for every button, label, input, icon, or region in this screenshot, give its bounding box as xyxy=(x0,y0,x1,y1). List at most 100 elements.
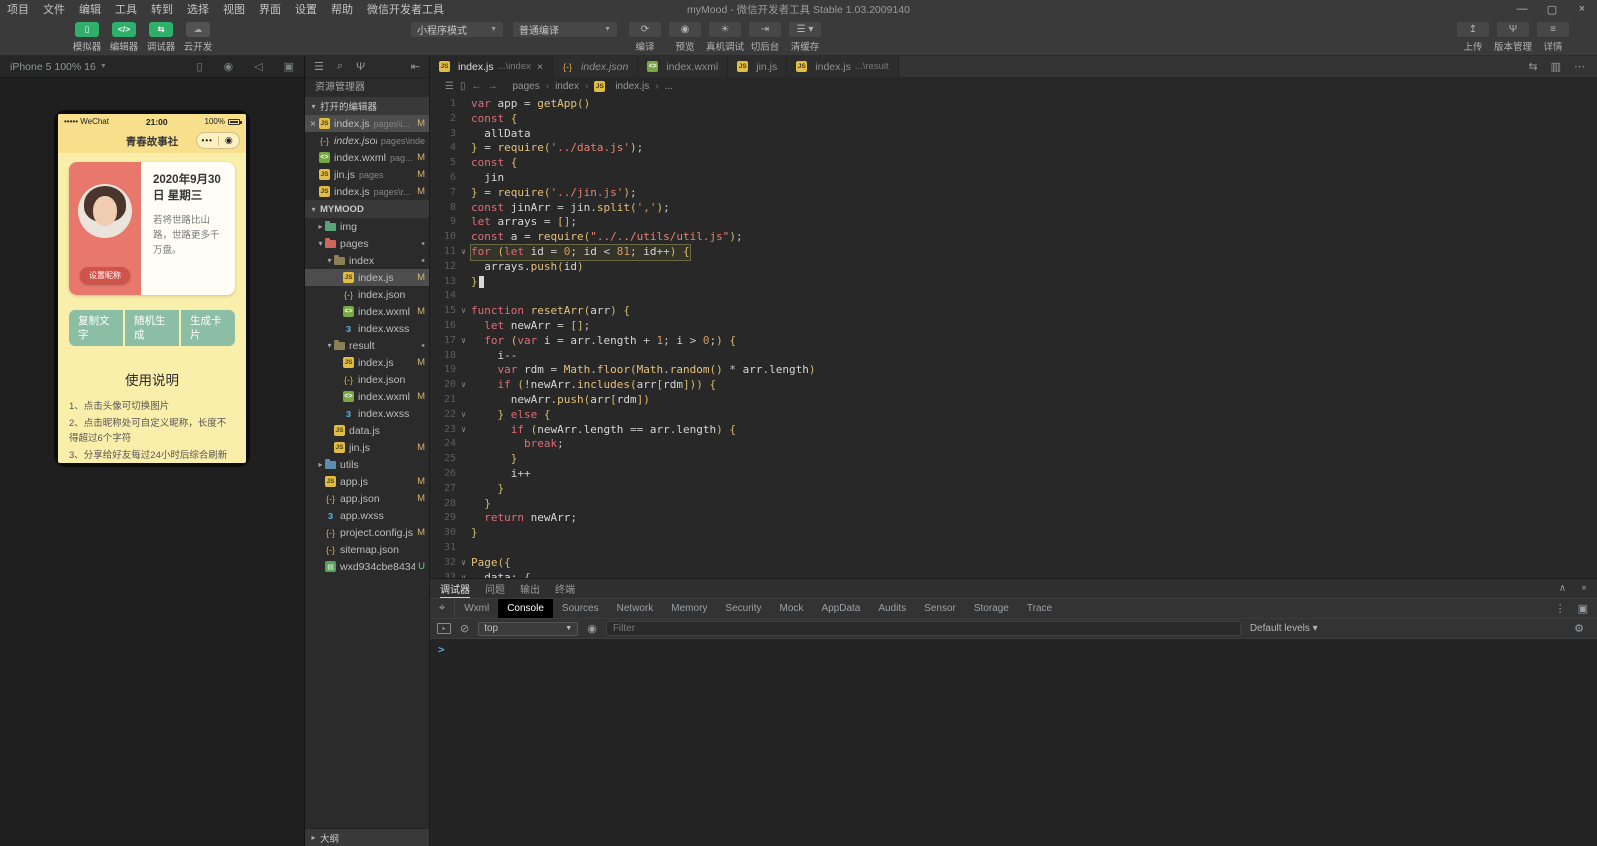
clear-console-icon[interactable]: ⊘ xyxy=(460,622,469,635)
back-icon[interactable]: ← xyxy=(471,81,481,92)
menu-item[interactable]: 设置 xyxy=(288,1,324,17)
tree-item-wxd934cbe8434...[interactable]: ▤ wxd934cbe8434...U xyxy=(305,558,429,575)
toolbar-action-预览[interactable]: ◉ 预览 xyxy=(667,22,703,53)
menu-item[interactable]: 界面 xyxy=(252,1,288,17)
collapse-sidebar-icon[interactable]: ⇤ xyxy=(411,60,420,73)
menu-item[interactable]: 编辑 xyxy=(72,1,108,17)
panel-tab-终端[interactable]: 终端 xyxy=(555,579,575,598)
mode-select[interactable]: 小程序模式 ▼ xyxy=(411,22,503,37)
devtools-tab-network[interactable]: Network xyxy=(608,599,663,618)
compile-mode-select[interactable]: 普通编译 ▼ xyxy=(513,22,617,37)
tree-item-index.wxss[interactable]: ɜ index.wxss xyxy=(305,405,429,422)
close-icon[interactable]: × xyxy=(308,118,318,130)
chevron-right-icon[interactable]: ▸ xyxy=(316,460,325,469)
fold-icon[interactable]: ∨ xyxy=(456,408,471,423)
menu-item[interactable]: 工具 xyxy=(108,1,144,17)
log-levels-select[interactable]: Default levels ▾ xyxy=(1250,623,1318,634)
project-root-header[interactable]: ▾ MYMOOD xyxy=(305,200,429,218)
tree-item-app.wxss[interactable]: ɜ app.wxss xyxy=(305,507,429,524)
toolbar-action-版本管理[interactable]: Ψ 版本管理 xyxy=(1494,22,1532,53)
screenshot-icon[interactable]: ▣ xyxy=(284,60,294,73)
phone-action-button[interactable]: 复制文字 xyxy=(69,310,123,346)
toolbar-button-模拟器[interactable]: ▯ 模拟器 xyxy=(72,22,102,53)
forward-icon[interactable]: → xyxy=(487,81,497,92)
eye-icon[interactable]: ◉ xyxy=(587,622,597,635)
split-editor-icon[interactable]: ▥ xyxy=(1551,60,1561,73)
explorer-icon[interactable]: ☰ xyxy=(314,60,324,73)
breadcrumb-item[interactable]: ... xyxy=(665,81,673,92)
phone-action-button[interactable]: 随机生成 xyxy=(125,310,179,346)
inspect-element-icon[interactable]: ⌖ xyxy=(430,599,456,618)
set-nickname-button[interactable]: 设置昵称 xyxy=(80,267,130,284)
tree-item-index.wxml[interactable]: <> index.wxml M xyxy=(305,303,429,320)
console-settings-icon[interactable]: ⚙ xyxy=(1574,622,1590,635)
phone-action-button[interactable]: 生成卡片 xyxy=(181,310,235,346)
tree-item-data.js[interactable]: JS data.js xyxy=(305,422,429,439)
chevron-down-icon[interactable]: ▾ xyxy=(325,256,334,265)
open-editors-header[interactable]: ▾ 打开的编辑器 xyxy=(305,97,429,115)
compare-icon[interactable]: ⇆ xyxy=(1528,60,1537,73)
close-panel-icon[interactable]: × xyxy=(1581,583,1587,594)
fold-icon[interactable]: ∨ xyxy=(456,378,471,393)
editor-tab-index.js[interactable]: JS index.js ...\result xyxy=(787,56,899,77)
toolbar-action-详情[interactable]: ≡ 详情 xyxy=(1535,22,1571,53)
devtools-tab-sources[interactable]: Sources xyxy=(553,599,608,618)
open-editor-item[interactable]: × JS index.js pages\i... M xyxy=(305,115,429,132)
dock-icon[interactable]: ▣ xyxy=(1578,602,1588,615)
exit-icon[interactable]: ◉ xyxy=(219,135,240,146)
devtools-tab-memory[interactable]: Memory xyxy=(662,599,716,618)
tree-item-index.wxml[interactable]: <> index.wxml M xyxy=(305,388,429,405)
chevron-right-icon[interactable]: ▸ xyxy=(316,222,325,231)
tree-item-result[interactable]: ▾ result • xyxy=(305,337,429,354)
toolbar-action-清缓存[interactable]: ☰ ▾ 清缓存 xyxy=(787,22,823,53)
console-prompt[interactable]: > xyxy=(438,643,445,656)
editor-tab-jin.js[interactable]: JS jin.js xyxy=(728,56,788,77)
menu-item[interactable]: 微信开发者工具 xyxy=(360,1,451,17)
devtools-tab-trace[interactable]: Trace xyxy=(1018,599,1061,618)
device-select[interactable]: iPhone 5 100% 16 xyxy=(10,61,96,73)
fold-icon[interactable]: ∨ xyxy=(456,304,471,319)
open-editor-item[interactable]: JS jin.js pages M xyxy=(305,166,429,183)
devtools-tab-console[interactable]: Console xyxy=(498,599,553,618)
toolbar-action-上传[interactable]: ↥ 上传 xyxy=(1455,22,1491,53)
breadcrumb-item[interactable]: index.js xyxy=(615,81,649,92)
toolbar-button-编辑器[interactable]: </> 编辑器 xyxy=(109,22,139,53)
menu-item[interactable]: 视图 xyxy=(216,1,252,17)
avatar[interactable] xyxy=(78,184,132,238)
panel-tab-调试器[interactable]: 调试器 xyxy=(440,579,470,598)
devtools-tab-security[interactable]: Security xyxy=(716,599,770,618)
tree-item-index.json[interactable]: {-} index.json xyxy=(305,286,429,303)
minimize-icon[interactable]: — xyxy=(1507,3,1537,16)
breadcrumb-item[interactable]: pages xyxy=(512,81,539,92)
chevron-down-icon[interactable]: ▾ xyxy=(316,239,325,248)
tree-item-app.json[interactable]: {-} app.json M xyxy=(305,490,429,507)
toolbar-action-编译[interactable]: ⟳ 编译 xyxy=(627,22,663,53)
menu-item[interactable]: 转到 xyxy=(144,1,180,17)
devtools-tab-mock[interactable]: Mock xyxy=(771,599,813,618)
fold-icon[interactable]: ∨ xyxy=(456,423,471,438)
collapse-panel-icon[interactable]: ∧ xyxy=(1559,583,1566,594)
bookmark-icon[interactable]: ▯ xyxy=(460,81,466,92)
menu-item[interactable]: 帮助 xyxy=(324,1,360,17)
close-icon[interactable]: × xyxy=(537,61,543,73)
tree-item-utils[interactable]: ▸ utils xyxy=(305,456,429,473)
editor-tab-index.wxml[interactable]: <> index.wxml xyxy=(638,56,729,77)
devtools-tab-storage[interactable]: Storage xyxy=(965,599,1018,618)
more-actions-icon[interactable]: ⋯ xyxy=(1574,60,1585,73)
devtools-tab-audits[interactable]: Audits xyxy=(869,599,915,618)
menu-item[interactable]: 项目 xyxy=(0,1,36,17)
sound-icon[interactable]: ◁ xyxy=(254,60,262,73)
open-editor-item[interactable]: {-} index.json pages\index xyxy=(305,132,429,149)
capsule-menu[interactable]: ••• ◉ xyxy=(196,132,240,149)
devtools-tab-sensor[interactable]: Sensor xyxy=(915,599,965,618)
close-icon[interactable]: × xyxy=(1567,3,1597,16)
list-icon[interactable]: ☰ xyxy=(445,81,454,92)
open-editor-item[interactable]: JS index.js pages\r... M xyxy=(305,183,429,200)
console-output[interactable]: > xyxy=(430,639,1597,846)
tree-item-index.js[interactable]: JS index.js M xyxy=(305,354,429,371)
devtools-tab-wxml[interactable]: Wxml xyxy=(455,599,498,618)
search-icon[interactable]: ⌕ xyxy=(337,60,343,73)
fold-icon[interactable]: ∨ xyxy=(456,334,471,349)
fold-icon[interactable]: ∨ xyxy=(456,556,471,571)
tree-item-index.js[interactable]: JS index.js M xyxy=(305,269,429,286)
